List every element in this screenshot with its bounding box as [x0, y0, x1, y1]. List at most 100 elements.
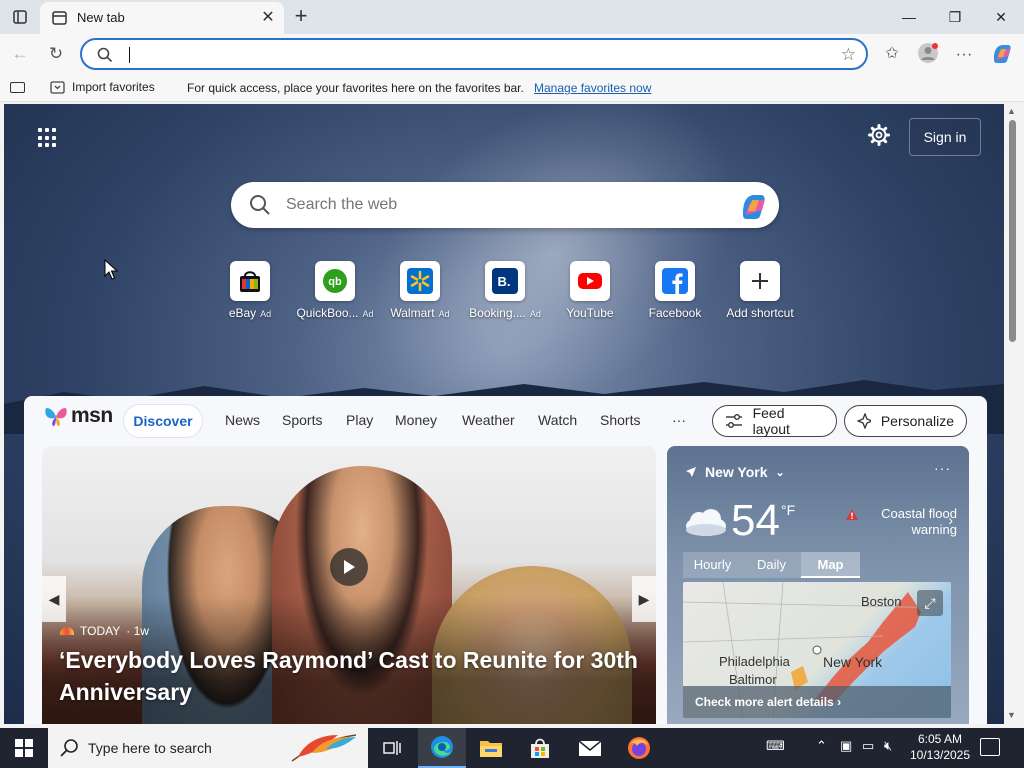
store-button[interactable] — [516, 728, 564, 768]
chevron-down-icon: ⌄ — [775, 466, 785, 479]
volume-muted-icon[interactable]: 🔇︎ — [884, 738, 892, 754]
map-label: New York — [823, 654, 883, 670]
task-view-button[interactable] — [368, 728, 416, 768]
import-favorites-button[interactable]: Import favorites — [50, 80, 155, 94]
title-bar: New tab ✕ + — ❐ ✕ — [0, 0, 1024, 34]
msn-butterfly-icon — [45, 408, 67, 427]
system-clock[interactable]: 6:05 AM 10/13/2025 — [908, 731, 972, 763]
hero-headline[interactable]: ‘Everybody Loves Raymond’ Cast to Reunit… — [59, 644, 649, 708]
back-button[interactable]: ← — [8, 42, 32, 66]
start-button[interactable] — [0, 728, 48, 768]
file-explorer-button[interactable] — [467, 728, 515, 768]
tab-new-tab[interactable]: New tab ✕ — [40, 2, 284, 34]
tab-weather[interactable]: Weather — [462, 412, 515, 428]
sidebar-toggle-icon[interactable] — [10, 82, 25, 93]
walmart-icon — [407, 268, 433, 294]
carousel-next-button[interactable]: ▶ — [632, 576, 656, 622]
tab-watch[interactable]: Watch — [538, 412, 577, 428]
address-bar[interactable]: ☆ — [80, 38, 868, 70]
sign-in-button[interactable]: Sign in — [909, 118, 981, 156]
new-tab-button[interactable]: + — [290, 5, 312, 28]
weather-card: New York ⌄ ··· 54 °F Coastal flood warni… — [667, 446, 969, 724]
tab-map[interactable]: Map — [801, 552, 860, 578]
ad-badge: Ad — [438, 309, 450, 319]
expand-map-icon[interactable]: ⤢ — [917, 590, 943, 616]
gear-icon[interactable] — [868, 124, 890, 146]
carousel-prev-button[interactable]: ◀ — [42, 576, 66, 622]
mail-icon — [578, 740, 602, 756]
tab-news[interactable]: News — [225, 412, 260, 428]
shortcut-youtube[interactable]: YouTube — [545, 261, 635, 320]
settings-more-button[interactable]: ··· — [952, 42, 976, 66]
location-arrow-icon — [686, 467, 696, 477]
facebook-icon — [662, 268, 688, 294]
shortcut-walmart[interactable]: Walmart Ad — [375, 261, 465, 320]
minimize-button[interactable]: — — [896, 4, 922, 30]
app-launcher-icon[interactable] — [38, 128, 58, 148]
tab-hourly[interactable]: Hourly — [683, 552, 742, 578]
page-scrollbar[interactable]: ▲ ▼ — [1004, 104, 1020, 724]
tab-shorts[interactable]: Shorts — [600, 412, 640, 428]
hero-news-card[interactable]: ◀ ▶ TODAY · 1w ‘Everybody Loves Raymond’… — [42, 446, 656, 724]
shortcuts-row: eBay Ad qb QuickBoo... Ad Walmart Ad B. Boo… — [4, 261, 1004, 321]
close-tab-icon[interactable]: ✕ — [260, 10, 276, 26]
ad-badge: Ad — [362, 309, 374, 319]
keyboard-layout-icon[interactable]: ⌨ — [766, 738, 785, 754]
tab-money[interactable]: Money — [395, 412, 437, 428]
favorites-hint: For quick access, place your favorites h… — [187, 81, 524, 95]
feed-layout-button[interactable]: Feed layout — [712, 405, 837, 437]
import-icon — [50, 81, 65, 94]
show-hidden-icons-button[interactable]: ⌃ — [816, 738, 827, 754]
weather-map[interactable]: Boston Philadelphia New York Baltimor ⤢ … — [683, 582, 951, 718]
firefox-button[interactable] — [615, 728, 663, 768]
personalize-button[interactable]: Personalize — [844, 405, 967, 437]
chevron-right-icon[interactable]: › — [948, 512, 953, 528]
shortcut-add[interactable]: Add shortcut — [715, 261, 805, 320]
copilot-icon[interactable] — [739, 191, 769, 221]
meet-now-icon[interactable]: ▣ — [840, 738, 852, 754]
manage-favorites-link[interactable]: Manage favorites now — [534, 81, 651, 95]
edge-taskbar-button[interactable] — [418, 728, 466, 768]
scroll-down-icon[interactable]: ▼ — [1007, 710, 1016, 720]
more-tabs-button[interactable]: ··· — [672, 412, 686, 428]
alert-details-link[interactable]: Check more alert details › — [683, 686, 951, 718]
shortcut-facebook[interactable]: Facebook — [630, 261, 720, 320]
scroll-up-icon[interactable]: ▲ — [1007, 106, 1016, 116]
tab-sports[interactable]: Sports — [282, 412, 322, 428]
shortcut-booking[interactable]: B. Booking.... Ad — [460, 261, 550, 320]
network-icon[interactable]: ▭ — [862, 738, 874, 754]
shortcut-ebay[interactable]: eBay Ad — [205, 261, 295, 320]
tab-actions-button[interactable] — [8, 6, 32, 28]
svg-text:B.: B. — [498, 274, 511, 289]
msn-logo[interactable]: msn — [44, 404, 113, 428]
taskbar-search[interactable]: Type here to search — [48, 728, 368, 768]
refresh-button[interactable]: ↻ — [44, 42, 68, 66]
weather-location[interactable]: New York ⌄ — [685, 464, 785, 480]
profile-button[interactable] — [916, 42, 940, 66]
sliders-icon — [726, 414, 742, 428]
tab-title: New tab — [77, 10, 125, 25]
play-video-button[interactable] — [330, 548, 368, 586]
copilot-button[interactable] — [990, 42, 1014, 66]
tab-play[interactable]: Play — [346, 412, 373, 428]
ebay-icon — [240, 271, 260, 292]
favorites-icon[interactable]: ✩ — [880, 42, 904, 66]
weather-more-button[interactable]: ··· — [934, 460, 951, 476]
close-window-button[interactable]: ✕ — [988, 4, 1014, 30]
shortcut-label: Booking.... — [469, 306, 526, 320]
msn-wordmark: msn — [71, 404, 113, 427]
mail-button[interactable] — [566, 728, 614, 768]
tab-discover[interactable]: Discover — [123, 404, 203, 438]
favorite-star-icon[interactable]: ☆ — [841, 45, 856, 65]
map-label: Boston — [861, 594, 902, 609]
cloud-icon — [686, 509, 726, 536]
shortcut-quickbooks[interactable]: qb QuickBoo... Ad — [290, 261, 380, 320]
weather-alert-link[interactable]: Coastal flood warning — [845, 506, 957, 538]
scrollbar-thumb[interactable] — [1009, 120, 1016, 342]
feed-layout-label: Feed layout — [752, 405, 790, 437]
web-search-box[interactable]: Search the web — [231, 182, 779, 228]
restore-button[interactable]: ❐ — [942, 4, 968, 30]
notification-center-icon[interactable] — [980, 738, 1000, 756]
tab-daily[interactable]: Daily — [742, 552, 801, 578]
store-icon — [531, 738, 549, 758]
